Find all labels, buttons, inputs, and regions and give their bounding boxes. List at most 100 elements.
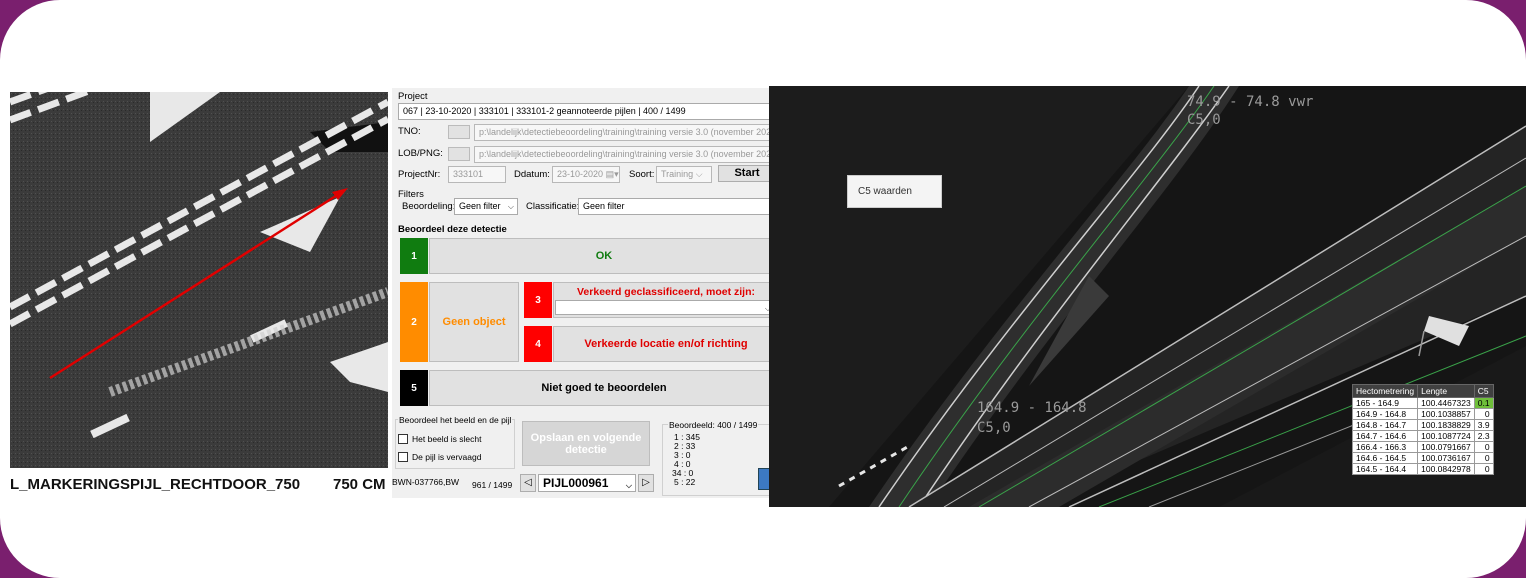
- project-value: 067 | 23-10-2020 | 333101 | 333101-2 gea…: [403, 106, 686, 116]
- table-cell: 0: [1473, 452, 1494, 464]
- beoordeeld-label: Beoordeeld: 400 / 1499: [668, 420, 759, 430]
- niet-goed-button[interactable]: Niet goed te beoordelen: [429, 370, 769, 406]
- table-cell: 164.5 - 164.4: [1351, 463, 1419, 475]
- save-disk-icon[interactable]: [758, 468, 769, 490]
- beeld-slecht-checkbox[interactable]: [398, 434, 408, 444]
- section-title: Beoordeel deze detectie: [398, 224, 507, 235]
- table-cell: 164.8 - 164.7: [1351, 419, 1419, 431]
- table-row: 164.7 - 164.6 100.1087724 2.3: [1351, 430, 1494, 442]
- tno-label: TNO:: [398, 126, 421, 137]
- chevron-down-icon: ⌵: [625, 481, 632, 490]
- table-cell: 100.0736167: [1417, 452, 1475, 464]
- table-cell: 166.4 - 166.3: [1351, 441, 1419, 453]
- image-group-label: Beoordeel het beeld en de pijl: [398, 415, 513, 425]
- chevron-down-icon: ⌵: [507, 202, 514, 211]
- table-cell: 0.1: [1473, 397, 1494, 409]
- classificatie-select[interactable]: Geen filter: [578, 198, 769, 215]
- bottom-hectometer-label: 164.9 - 164.8: [977, 400, 1087, 416]
- slide-card: L_MARKERINGSPIJL_RECHTDOOR_750 750 CM Pr…: [0, 0, 1526, 578]
- chevron-down-icon: ⌵: [695, 169, 703, 179]
- save-next-label: Opslaan en volgende detectie: [530, 431, 642, 456]
- pijl-vervaagd-checkbox[interactable]: [398, 452, 408, 462]
- table-cell: 3.9: [1473, 419, 1494, 431]
- c5-waarden-label: C5 waarden: [858, 186, 912, 197]
- option-5-number: 5: [400, 370, 428, 406]
- lob-folder-icon[interactable]: [448, 147, 470, 161]
- beoordeling-label: Beoordeling:: [402, 201, 456, 212]
- table-row: 164.5 - 164.4 100.0842978 0: [1351, 463, 1494, 475]
- save-next-button[interactable]: Opslaan en volgende detectie: [522, 421, 650, 466]
- option-4-number: 4: [524, 326, 552, 362]
- ddatum-value: 23-10-2020: [557, 169, 604, 179]
- ddatum-label: Ddatum:: [514, 169, 550, 180]
- option-3-label: Verkeerd geclassificeerd, moet zijn:: [577, 286, 755, 298]
- table-row: 165 - 164.9 100.4467323 0.1: [1351, 397, 1494, 409]
- table-cell: 0: [1473, 441, 1494, 453]
- table-cell: 2.3: [1473, 430, 1494, 442]
- classification-correction-select[interactable]: ⌵: [555, 300, 769, 315]
- table-cell: 164.6 - 164.5: [1351, 452, 1419, 464]
- top-c5-label: C5,0: [1187, 112, 1221, 128]
- beeld-slecht-label: Het beeld is slecht: [412, 434, 482, 444]
- soort-value: Training: [661, 169, 694, 179]
- pijl-value: PIJL000961: [543, 476, 609, 490]
- top-hectometer-label: 74.9 - 74.8 vwr: [1187, 94, 1314, 110]
- detection-length: 750 CM: [333, 476, 386, 493]
- calendar-icon[interactable]: ▤▾: [606, 169, 619, 179]
- beoordeling-value: Geen filter: [459, 201, 501, 211]
- pijl-vervaagd-label: De pijl is vervaagd: [412, 452, 482, 462]
- next-button[interactable]: ▷: [638, 474, 654, 492]
- table-cell: 100.1038857: [1417, 408, 1475, 420]
- count-5: 5 : 22: [674, 477, 696, 487]
- beoordeling-select[interactable]: Geen filter ⌵: [454, 198, 518, 215]
- table-row: 164.6 - 164.5 100.0736167 0: [1351, 452, 1494, 464]
- verkeerde-locatie-button[interactable]: Verkeerde locatie en/of richting: [553, 326, 769, 362]
- tno-path-field[interactable]: p:\landelijk\detectiebeoordeling\trainin…: [474, 124, 769, 141]
- soort-select[interactable]: Training ⌵: [656, 166, 712, 183]
- geen-object-button[interactable]: Geen object: [429, 282, 519, 362]
- road-marking-image: [10, 92, 388, 468]
- lob-label: LOB/PNG:: [398, 148, 443, 159]
- table-cell: 100.0842978: [1417, 463, 1475, 475]
- option-3-number: 3: [524, 282, 552, 318]
- table-row: 164.8 - 164.7 100.1838829 3.9: [1351, 419, 1494, 431]
- table-cell: 0: [1473, 408, 1494, 420]
- table-row: 164.9 - 164.8 100.1038857 0: [1351, 408, 1494, 420]
- bwn-code: BWN-037766,BW: [392, 477, 460, 487]
- option-1-number: 1: [400, 238, 428, 274]
- table-cell: 100.1838829: [1417, 419, 1475, 431]
- projectnr-field[interactable]: 333101: [448, 166, 506, 183]
- lob-path-field[interactable]: p:\landelijk\detectiebeoordeling\trainin…: [474, 146, 769, 163]
- pijl-select[interactable]: PIJL000961 ⌵: [538, 474, 636, 492]
- classificatie-value: Geen filter: [583, 201, 625, 211]
- detection-caption: L_MARKERINGSPIJL_RECHTDOOR_750: [10, 476, 301, 493]
- tno-folder-icon[interactable]: [448, 125, 470, 139]
- table-header-row: Hectometrering Lengte C5: [1351, 384, 1494, 398]
- table-cell: 100.4467323: [1417, 397, 1475, 409]
- projectnr-label: ProjectNr:: [398, 169, 441, 180]
- table-cell: 100.1087724: [1417, 430, 1475, 442]
- ddatum-field[interactable]: 23-10-2020 ▤▾: [552, 166, 620, 183]
- column-header: Hectometrering: [1351, 384, 1419, 398]
- project-label: Project: [398, 91, 428, 102]
- table-row: 166.4 - 166.3 100.0791667 0: [1351, 441, 1494, 453]
- table-cell: 0: [1473, 463, 1494, 475]
- table-cell: 100.0791667: [1417, 441, 1475, 453]
- ok-button[interactable]: OK: [429, 238, 769, 274]
- aerial-image: 74.9 - 74.8 vwr C5,0 164.9 - 164.8 C5,0 …: [769, 86, 1526, 507]
- bottom-c5-label: C5,0: [977, 420, 1011, 436]
- hectometer-table: Hectometrering Lengte C5 165 - 164.9 100…: [1351, 384, 1494, 475]
- filters-label: Filters: [398, 189, 424, 200]
- column-header: C5: [1473, 384, 1494, 398]
- table-cell: 164.9 - 164.8: [1351, 408, 1419, 420]
- project-select[interactable]: 067 | 23-10-2020 | 333101 | 333101-2 gea…: [398, 103, 769, 120]
- c5-waarden-button[interactable]: C5 waarden: [847, 175, 942, 208]
- classificatie-label: Classificatie:: [526, 201, 580, 212]
- start-button[interactable]: Start: [718, 165, 769, 182]
- assessment-form: Project 067 | 23-10-2020 | 333101 | 3331…: [392, 88, 769, 498]
- option-2-number: 2: [400, 282, 428, 362]
- previous-button[interactable]: ◁: [520, 474, 536, 492]
- table-cell: 164.7 - 164.6: [1351, 430, 1419, 442]
- soort-label: Soort:: [629, 169, 655, 180]
- table-cell: 165 - 164.9: [1351, 397, 1419, 409]
